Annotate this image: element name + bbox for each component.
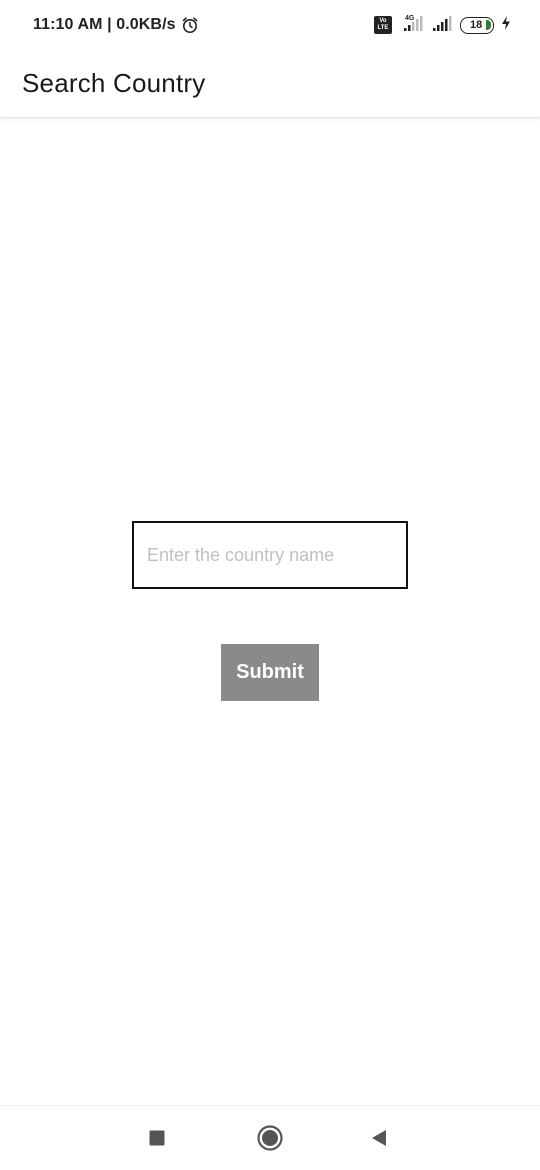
screen: 11:10 AM | 0.0KB/s Vo LTE 4G 18 Search C… [0,0,540,1170]
volte-icon: Vo LTE [374,16,392,34]
status-left: 11:10 AM | 0.0KB/s [33,16,199,34]
battery-body: 18 [460,16,494,34]
app-bar: Search Country [0,50,540,118]
battery-icon: 18 [460,16,494,34]
page-title: Search Country [22,68,206,98]
submit-button[interactable]: Submit [221,644,319,701]
status-bar: 11:10 AM | 0.0KB/s Vo LTE 4G 18 [0,0,540,50]
signal-icon [432,13,454,38]
back-button[interactable] [358,1116,402,1160]
status-time: 11:10 AM | 0.0KB/s [33,16,176,33]
battery-fill [486,19,491,30]
recents-button[interactable] [135,1116,179,1160]
bolt-icon [500,15,512,36]
country-search-input[interactable] [132,521,408,589]
home-button[interactable] [248,1116,292,1160]
navigation-bar [0,1105,540,1170]
square-recents-icon [149,1130,165,1146]
battery-level: 18 [470,19,483,31]
signal-4g-icon: 4G [398,13,426,38]
alarm-icon [181,16,199,34]
triangle-back-icon [372,1130,386,1146]
status-right: Vo LTE 4G 18 [374,13,512,38]
network-type-label: 4G [405,15,415,22]
circle-home-icon [257,1125,283,1151]
